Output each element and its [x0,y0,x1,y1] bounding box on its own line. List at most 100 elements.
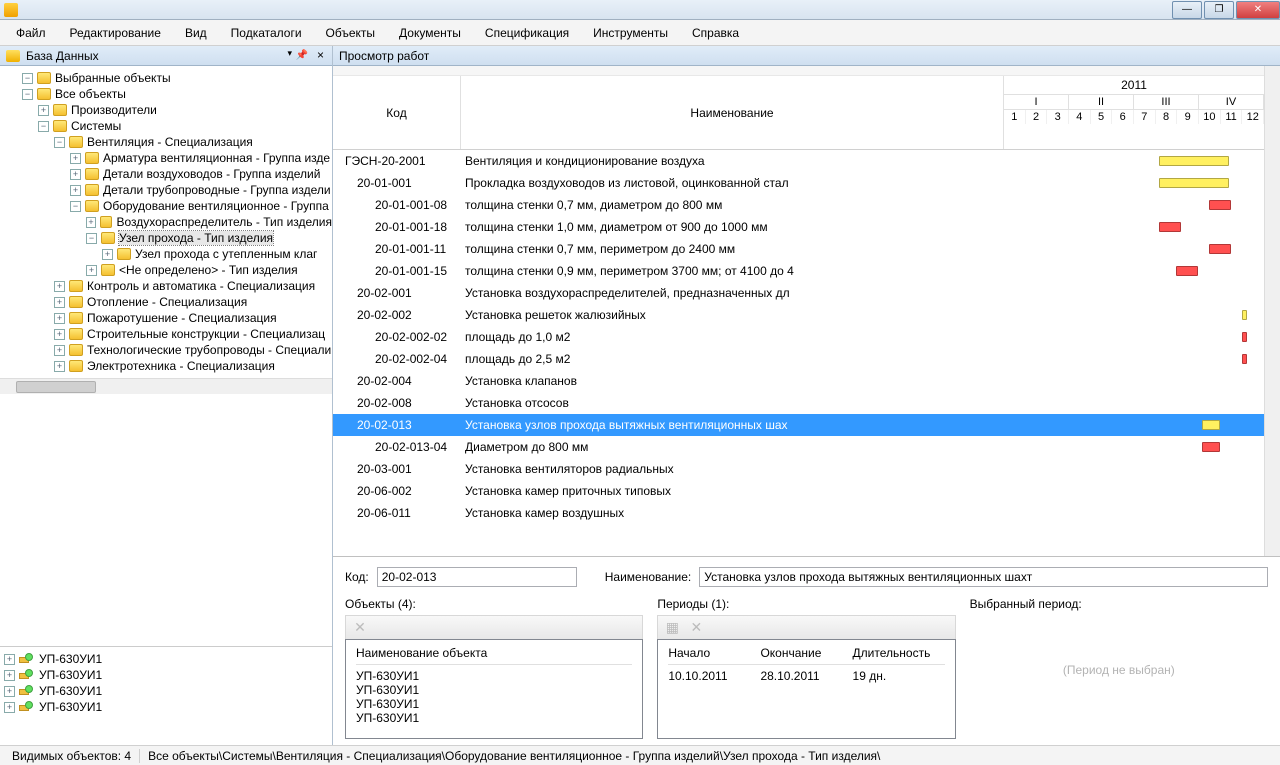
gantt-bar[interactable] [1159,178,1229,188]
calendar-icon[interactable]: ▦ [664,620,680,636]
detail-object-row[interactable]: УП-630УИ1 [356,683,632,697]
gantt-bar[interactable] [1159,156,1229,166]
toggle-icon[interactable]: + [70,169,81,180]
gantt-row[interactable]: 20-01-001-08толщина стенки 0,7 мм, диаме… [333,194,1264,216]
toggle-icon[interactable]: + [54,297,65,308]
menu-view[interactable]: Вид [177,22,215,44]
tree-node[interactable]: +Строительные конструкции - Специализац [4,326,332,342]
gantt-row[interactable]: 20-06-011Установка камер воздушных [333,502,1264,524]
gantt-row[interactable]: 20-02-013-04Диаметром до 800 мм [333,436,1264,458]
tree-node[interactable]: +Отопление - Специализация [4,294,332,310]
toggle-icon[interactable]: + [70,185,81,196]
tree-node[interactable]: +Электротехника - Специализация [4,358,332,374]
toggle-icon[interactable]: + [4,654,15,665]
menu-objects[interactable]: Объекты [318,22,384,44]
object-row[interactable]: +УП-630УИ1 [4,651,328,667]
toggle-icon[interactable]: − [22,73,33,84]
gantt-row[interactable]: 20-02-002-02площадь до 1,0 м2 [333,326,1264,348]
maximize-button[interactable]: ❐ [1204,1,1234,19]
tree-node[interactable]: −Оборудование вентиляционное - Группа [4,198,332,214]
code-input[interactable] [377,567,577,587]
toggle-icon[interactable]: + [70,153,81,164]
gantt-row[interactable]: 20-03-001Установка вентиляторов радиальн… [333,458,1264,480]
gantt-bar[interactable] [1242,332,1247,342]
gantt-row[interactable]: 20-01-001-11толщина стенки 0,7 мм, перим… [333,238,1264,260]
tree-node[interactable]: −Системы [4,118,332,134]
close-icon[interactable]: × [317,48,324,62]
gantt-row[interactable]: 20-02-002-04площадь до 2,5 м2 [333,348,1264,370]
gantt-bar[interactable] [1176,266,1198,276]
gantt-row[interactable]: 20-01-001-15толщина стенки 0,9 мм, перим… [333,260,1264,282]
menu-tools[interactable]: Инструменты [585,22,676,44]
toggle-icon[interactable]: + [102,249,113,260]
detail-object-row[interactable]: УП-630УИ1 [356,697,632,711]
tree-node[interactable]: +Узел прохода с утепленным клаг [4,246,332,262]
objects-box[interactable]: Наименование объекта УП-630УИ1УП-630УИ1У… [345,639,643,739]
menu-spec[interactable]: Спецификация [477,22,577,44]
gantt-row[interactable]: 20-06-002Установка камер приточных типов… [333,480,1264,502]
toggle-icon[interactable]: + [54,313,65,324]
gantt-bar[interactable] [1202,442,1220,452]
gantt-bar[interactable] [1209,244,1231,254]
name-input[interactable] [699,567,1268,587]
tree-node[interactable]: +Производители [4,102,332,118]
menu-file[interactable]: Файл [8,22,54,44]
gantt-rows[interactable]: ГЭСН-20-2001Вентиляция и кондиционирован… [333,150,1264,524]
menu-subcat[interactable]: Подкаталоги [223,22,310,44]
tree-node[interactable]: −Вентиляция - Специализация [4,134,332,150]
toggle-icon[interactable]: + [54,345,65,356]
object-row[interactable]: +УП-630УИ1 [4,699,328,715]
db-tree[interactable]: −Выбранные объекты−Все объекты+Производи… [0,66,332,378]
gantt-bar[interactable] [1242,354,1247,364]
gantt-row[interactable]: 20-02-002Установка решеток жалюзийных [333,304,1264,326]
object-row[interactable]: +УП-630УИ1 [4,667,328,683]
tree-node[interactable]: +Детали воздуховодов - Группа изделий [4,166,332,182]
toggle-icon[interactable]: + [54,281,65,292]
toggle-icon[interactable]: + [86,265,97,276]
detail-object-row[interactable]: УП-630УИ1 [356,669,632,683]
gantt-bar[interactable] [1209,200,1231,210]
toggle-icon[interactable]: + [4,702,15,713]
tree-node[interactable]: −Узел прохода - Тип изделия [4,230,332,246]
tree-node[interactable]: +Контроль и автоматика - Специализация [4,278,332,294]
gantt-row[interactable]: 20-01-001Прокладка воздуховодов из листо… [333,172,1264,194]
gantt-row[interactable]: 20-02-008Установка отсосов [333,392,1264,414]
toggle-icon[interactable]: + [4,686,15,697]
tree-node[interactable]: +Арматура вентиляционная - Группа изде [4,150,332,166]
tree-node[interactable]: −Все объекты [4,86,332,102]
toggle-icon[interactable]: + [54,329,65,340]
menu-edit[interactable]: Редактирование [62,22,169,44]
toggle-icon[interactable]: − [38,121,49,132]
toggle-icon[interactable]: + [4,670,15,681]
periods-box[interactable]: Начало Окончание Длительность 10.10.2011… [657,639,955,739]
toggle-icon[interactable]: − [22,89,33,100]
tree-node[interactable]: +Воздухораспределитель - Тип изделия [4,214,332,230]
menu-docs[interactable]: Документы [391,22,469,44]
minimize-button[interactable]: — [1172,1,1202,19]
gantt-bar[interactable] [1159,222,1181,232]
object-row[interactable]: +УП-630УИ1 [4,683,328,699]
tree-node[interactable]: −Выбранные объекты [4,70,332,86]
detail-object-row[interactable]: УП-630УИ1 [356,711,632,725]
tree-hscrollbar[interactable] [0,378,332,394]
toggle-icon[interactable]: − [86,233,97,244]
gantt-bar[interactable] [1242,310,1247,320]
toggle-icon[interactable]: + [86,217,96,228]
delete-icon[interactable]: ✕ [352,620,368,636]
toggle-icon[interactable]: − [70,201,81,212]
toggle-icon[interactable]: + [54,361,65,372]
gantt-row[interactable]: 20-02-004Установка клапанов [333,370,1264,392]
delete-icon[interactable]: ✕ [688,620,704,636]
gantt-row[interactable]: 20-02-001Установка воздухораспределителе… [333,282,1264,304]
gantt-row[interactable]: ГЭСН-20-2001Вентиляция и кондиционирован… [333,150,1264,172]
tree-node[interactable]: +Пожаротушение - Специализация [4,310,332,326]
object-list[interactable]: +УП-630УИ1+УП-630УИ1+УП-630УИ1+УП-630УИ1 [0,647,332,745]
gantt-bar[interactable] [1202,420,1220,430]
tree-node[interactable]: +Технологические трубопроводы - Специали [4,342,332,358]
dropdown-icon[interactable]: ▾ [287,48,292,59]
tree-node[interactable]: +Детали трубопроводные - Группа издели [4,182,332,198]
menu-help[interactable]: Справка [684,22,747,44]
close-button[interactable]: ✕ [1236,1,1280,19]
gantt-row[interactable]: 20-01-001-18толщина стенки 1,0 мм, диаме… [333,216,1264,238]
pin-icon[interactable]: 📌 [296,50,308,61]
